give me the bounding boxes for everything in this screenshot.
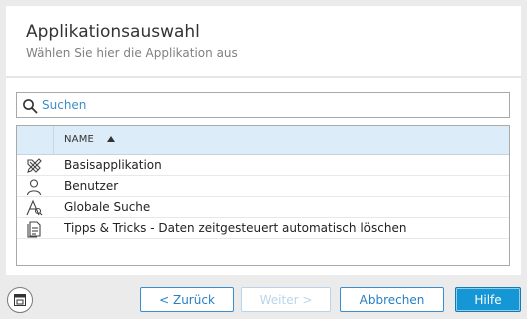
back-button[interactable]: < Zurück (140, 287, 234, 312)
next-button[interactable]: Weiter > (241, 287, 331, 312)
search-input[interactable] (42, 96, 482, 114)
row-label: Basisapplikation (64, 158, 162, 172)
name-column-header[interactable]: NAME (64, 134, 94, 145)
dialog-subtitle: Wählen Sie hier die Applikation aus (26, 46, 238, 60)
application-table: NAME Basisapplikation Benutzer Globale S… (16, 125, 510, 266)
help-button[interactable]: Hilfe (455, 287, 521, 312)
header-divider (6, 76, 521, 78)
table-row[interactable]: Tipps & Tricks - Daten zeitgesteuert aut… (17, 218, 509, 239)
icon-column-header (17, 126, 54, 154)
tools-icon (27, 158, 42, 173)
search-box[interactable] (16, 92, 510, 118)
row-label: Globale Suche (64, 200, 151, 214)
dialog-panel: Applikationsauswahl Wählen Sie hier die … (6, 6, 521, 275)
user-icon (26, 179, 42, 196)
dialog-title: Applikationsauswahl (26, 22, 200, 42)
document-icon (27, 221, 41, 238)
window-icon (14, 294, 26, 306)
sort-ascending-icon[interactable] (107, 136, 115, 142)
search-icon (23, 99, 38, 114)
window-menu-button[interactable] (7, 287, 33, 313)
row-label: Tipps & Tricks - Daten zeitgesteuert aut… (64, 221, 407, 235)
cancel-button[interactable]: Abbrechen (340, 287, 444, 312)
table-row[interactable]: Globale Suche (17, 197, 509, 218)
table-header: NAME (17, 126, 509, 155)
row-label: Benutzer (64, 179, 119, 193)
table-row[interactable]: Benutzer (17, 176, 509, 197)
table-row[interactable]: Basisapplikation (17, 155, 509, 176)
global-search-icon (26, 199, 43, 216)
